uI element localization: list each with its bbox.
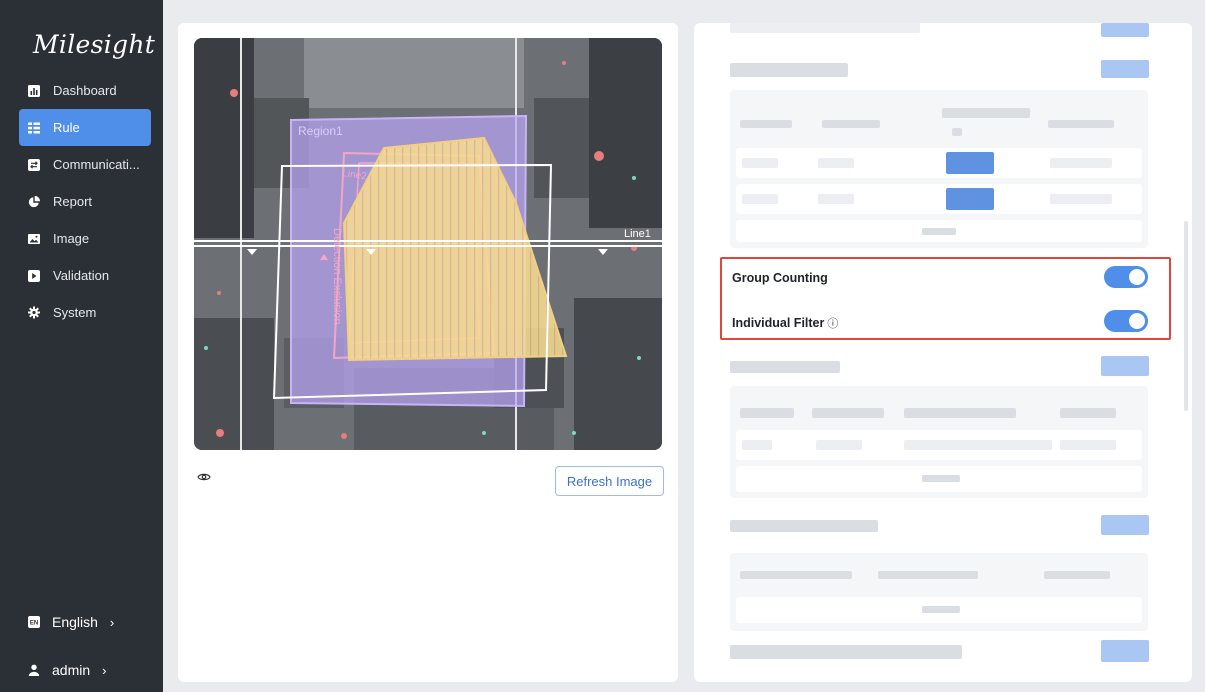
sidebar-item-rule[interactable]: Rule [19,109,151,146]
communication-icon [28,158,40,171]
user-icon [28,664,40,676]
validation-icon [28,269,40,282]
sidebar-item-image[interactable]: Image [19,220,151,257]
sidebar-item-label: Dashboard [53,83,117,98]
line1-label: Line1 [624,228,651,240]
language-icon: EN [28,616,40,628]
sidebar-item-validation[interactable]: Validation [19,257,151,294]
eye-icon[interactable] [197,469,211,487]
brand-logo: Milesight [33,30,156,59]
sidebar-item-label: Report [53,194,93,209]
blurred-panel [730,386,1148,498]
gear-icon [28,306,40,319]
sidebar-item-communication[interactable]: Communicati... [19,146,151,183]
sidebar-nav: Dashboard Rule Communicati... Report Ima… [19,72,151,331]
sidebar-item-label: Validation [53,268,110,283]
user-menu[interactable]: admin › [28,662,106,678]
group-counting-label: Group Counting [732,271,828,285]
group-counting-text: Group Counting [732,271,828,285]
sidebar: Milesight Dashboard Rule Communicati... … [0,0,163,692]
refresh-image-button[interactable]: Refresh Image [555,466,664,496]
chevron-right-icon: › [102,662,107,678]
sidebar-item-label: Rule [53,120,80,135]
toggle-knob [1129,269,1145,285]
blurred-text [730,645,962,659]
list-icon [28,122,40,134]
info-icon[interactable]: ⓘ [827,318,838,330]
language-selector[interactable]: EN English › [28,614,114,630]
sidebar-item-label: Image [53,231,90,246]
blurred-toggle [1101,23,1149,37]
individual-filter-label: Individual Filter ⓘ [732,315,838,331]
chevron-right-icon: › [109,614,115,630]
blurred-panel [730,553,1148,631]
toggle-knob [1129,313,1145,329]
blurred-toggle [1101,60,1149,78]
group-counting-toggle[interactable] [1104,266,1148,288]
blurred-text [730,63,848,77]
region-label: Region1 [298,124,343,138]
sidebar-item-label: Communicati... [53,157,140,172]
blurred-text [730,23,920,33]
blurred-text [730,361,840,373]
bar-chart-icon [28,84,40,97]
blurred-panel [730,90,1148,248]
camera-overlay: Region1 Line1 Line2 Detection Exclusion [194,38,662,450]
blurred-toggle [1101,515,1149,535]
individual-filter-text: Individual Filter [732,316,825,330]
pie-chart-icon [28,195,40,208]
camera-preview[interactable]: Region1 Line1 Line2 Detection Exclusion [194,38,662,450]
scrollbar-thumb[interactable] [1184,221,1188,411]
blurred-toggle [1101,356,1149,376]
blurred-toggle [1101,640,1149,662]
language-label: English [52,614,98,630]
sidebar-item-label: System [53,305,97,320]
language-badge: EN [30,621,38,627]
sidebar-item-report[interactable]: Report [19,183,151,220]
sidebar-item-dashboard[interactable]: Dashboard [19,72,151,109]
settings-card: Group Counting Individual Filter ⓘ [694,23,1192,682]
individual-filter-toggle[interactable] [1104,310,1148,332]
preview-card: Region1 Line1 Line2 Detection Exclusion … [178,23,678,682]
image-icon [28,233,40,245]
user-label: admin [52,662,91,678]
blurred-text [730,520,878,532]
sidebar-item-system[interactable]: System [19,294,151,331]
exclusion-label: Detection Exclusion [331,228,343,325]
